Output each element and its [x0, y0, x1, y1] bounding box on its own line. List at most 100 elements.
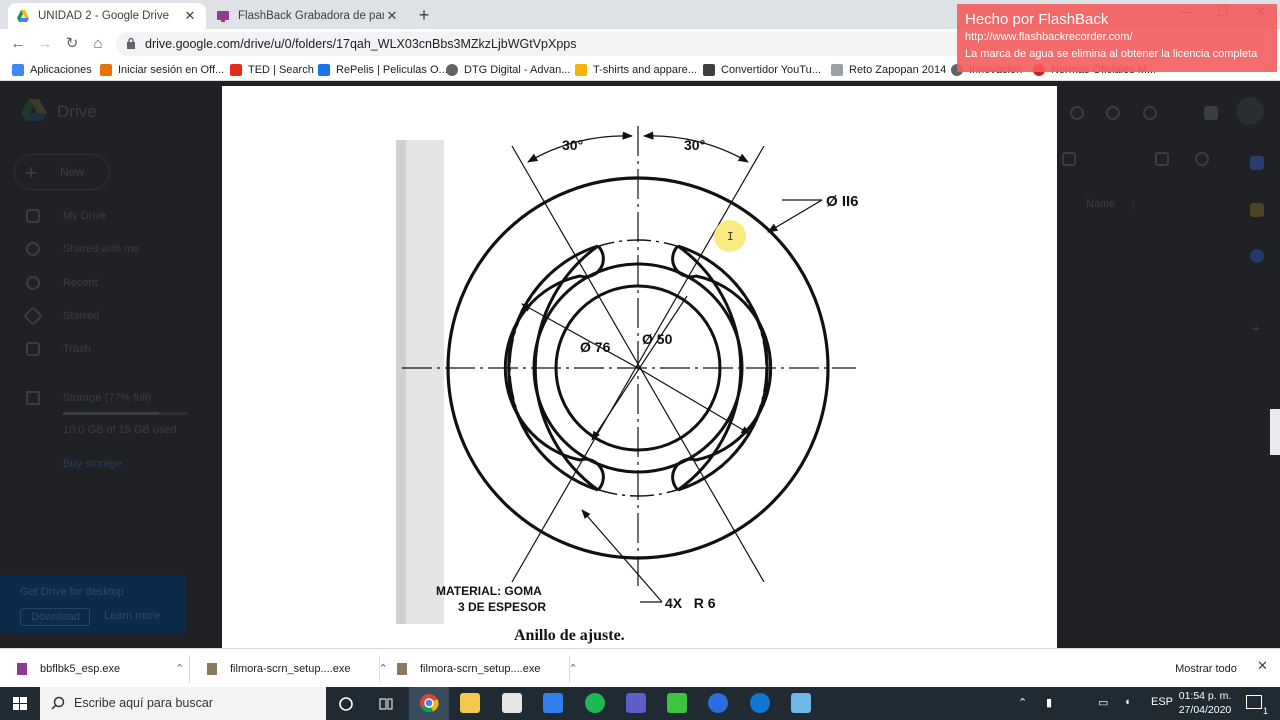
mail-icon[interactable]: [543, 693, 563, 713]
installer-icon: [207, 662, 217, 675]
buy-storage-link[interactable]: Buy storage: [63, 458, 122, 470]
forward-icon[interactable]: →: [35, 34, 55, 54]
microphone-icon[interactable]: ▮: [1046, 696, 1052, 709]
info-icon[interactable]: [1195, 152, 1209, 166]
help-icon[interactable]: [1106, 106, 1120, 120]
new-tab-button[interactable]: +: [414, 5, 434, 25]
show-all-button[interactable]: Mostrar todo: [1162, 658, 1250, 680]
nav-trash[interactable]: Trash: [63, 343, 91, 355]
dim-outer-diameter: Ø II6: [826, 193, 859, 210]
app-green-icon[interactable]: [667, 693, 687, 713]
home-icon[interactable]: ⌂: [88, 34, 108, 54]
notifications-icon[interactable]: 1: [1246, 695, 1268, 716]
chrome-taskbar-active[interactable]: [409, 687, 449, 720]
spotify-icon[interactable]: [585, 693, 605, 713]
watermark-message: La marca de agua se elimina al obtener l…: [965, 48, 1258, 60]
plus-icon: +: [25, 160, 38, 185]
chevron-up-icon[interactable]: ⌃: [1018, 696, 1027, 709]
avatar[interactable]: [1236, 97, 1264, 125]
globe-icon: [446, 64, 458, 76]
tab-drive[interactable]: UNIDAD 2 - Google Drive ✕: [8, 3, 206, 29]
angle-label-left: 30°: [562, 137, 583, 153]
clock[interactable]: 01:54 p. m. 27/04/2020: [1170, 689, 1240, 717]
reto-icon: [831, 64, 843, 76]
download-item[interactable]: filmora-scrn_setup....exe ⌃: [206, 649, 388, 688]
converter-icon: [703, 64, 715, 76]
clock-time: 01:54 p. m.: [1178, 690, 1232, 702]
task-view-icon[interactable]: [378, 696, 394, 712]
remote-desktop-icon[interactable]: [791, 693, 811, 713]
teams-icon[interactable]: [626, 693, 646, 713]
list-view-icon[interactable]: [1155, 152, 1169, 166]
download-item[interactable]: filmora-scrn_setup....exe ⌃: [396, 649, 578, 688]
globe-app-icon[interactable]: [708, 693, 728, 713]
apps-grid-icon[interactable]: [1204, 106, 1218, 120]
volume-icon[interactable]: ◖: [1124, 696, 1131, 708]
shared-icon: [26, 242, 40, 256]
reload-icon[interactable]: ↻: [62, 34, 82, 54]
bookmark-item[interactable]: Iniciar sesión en Off...: [100, 62, 224, 78]
material-line2: 3 DE ESPESOR: [458, 600, 546, 614]
sort-name[interactable]: Name: [1086, 198, 1115, 210]
edge-icon[interactable]: [750, 693, 770, 713]
nav-starred[interactable]: Starred: [63, 310, 99, 322]
clock-date: 27/04/2020: [1178, 704, 1232, 716]
scrollbar-thumb[interactable]: [1270, 409, 1280, 455]
flashback-icon: [217, 11, 229, 22]
bookmark-item[interactable]: Reto Zapopan 2014: [831, 62, 946, 78]
technical-drawing: I 30° 30° Ø II6 Ø 76 Ø 50 MATERIAL: GOMA…: [396, 126, 859, 644]
my-drive-icon: [26, 209, 40, 223]
file-explorer-icon[interactable]: [460, 693, 480, 713]
close-tab-icon[interactable]: ✕: [384, 8, 400, 24]
divider: [189, 655, 190, 683]
network-icon[interactable]: ▭: [1098, 696, 1108, 709]
add-addon-icon[interactable]: +: [1252, 320, 1260, 336]
bookmark-item[interactable]: DTG Digital - Advan...: [446, 62, 570, 78]
tab-flashback[interactable]: FlashBack Grabadora de pantalla ✕: [208, 3, 408, 29]
leader-r6: [581, 509, 663, 603]
taskbar-search[interactable]: Escribe aquí para buscar: [40, 687, 326, 720]
leader-76-b: [637, 367, 751, 435]
nav-recent[interactable]: Recent: [63, 277, 98, 289]
office-icon: [100, 64, 112, 76]
trash-action-icon[interactable]: [1062, 152, 1076, 166]
keep-icon[interactable]: [1250, 203, 1264, 217]
storage-used: 10.0 GB of 15 GB used: [63, 424, 177, 436]
tasks-icon[interactable]: [1250, 249, 1264, 263]
drawing-caption: Anillo de ajuste.: [514, 627, 625, 644]
bookmark-apps[interactable]: Aplicaciones: [12, 62, 92, 78]
document-preview: I 30° 30° Ø II6 Ø 76 Ø 50 MATERIAL: GOMA…: [222, 86, 1057, 648]
download-button[interactable]: Download: [20, 608, 90, 626]
watermark-title: Hecho por FlashBack: [965, 11, 1109, 28]
nav-my-drive[interactable]: My Drive: [63, 210, 106, 222]
lock-icon: [127, 37, 135, 49]
storage-label: Storage (77% full): [63, 392, 152, 404]
store-icon[interactable]: [502, 693, 522, 713]
nav-shared[interactable]: Shared with me: [63, 243, 139, 255]
bookmark-item[interactable]: Convertidor YouTu...: [703, 62, 821, 78]
offline-icon[interactable]: [1070, 106, 1084, 120]
bookmark-item[interactable]: T-shirts and appare...: [575, 62, 697, 78]
cortana-icon[interactable]: [338, 696, 354, 712]
close-tab-icon[interactable]: ✕: [182, 8, 198, 24]
download-item[interactable]: bbflbk5_esp.exe ⌃: [16, 649, 184, 688]
chevron-up-icon[interactable]: ⌃: [175, 662, 184, 675]
settings-gear-icon[interactable]: [1143, 106, 1157, 120]
close-shelf-icon[interactable]: ✕: [1257, 658, 1268, 674]
downloads-shelf: bbflbk5_esp.exe ⌃ filmora-scrn_setup....…: [0, 648, 1280, 687]
windows-start-icon[interactable]: [0, 687, 40, 720]
trash-icon: [26, 342, 40, 356]
recent-icon: [26, 276, 40, 290]
flashback-watermark: Hecho por FlashBack http://www.flashback…: [957, 4, 1277, 72]
arrow-up-icon[interactable]: ↑: [1130, 196, 1137, 211]
new-button[interactable]: + New: [14, 154, 110, 190]
back-icon[interactable]: ←: [8, 34, 28, 54]
drive-logo-icon: [21, 99, 47, 121]
learn-more-link[interactable]: Learn more: [104, 610, 160, 622]
scan-shadow-edge: [396, 140, 406, 624]
bookmark-item[interactable]: RePelis | Peliculas O...: [318, 62, 448, 78]
material-line1: MATERIAL: GOMA: [436, 584, 542, 598]
calendar-icon[interactable]: [1250, 156, 1264, 170]
bookmark-item[interactable]: TED | Search: [230, 62, 314, 78]
storage-icon: [26, 391, 40, 405]
